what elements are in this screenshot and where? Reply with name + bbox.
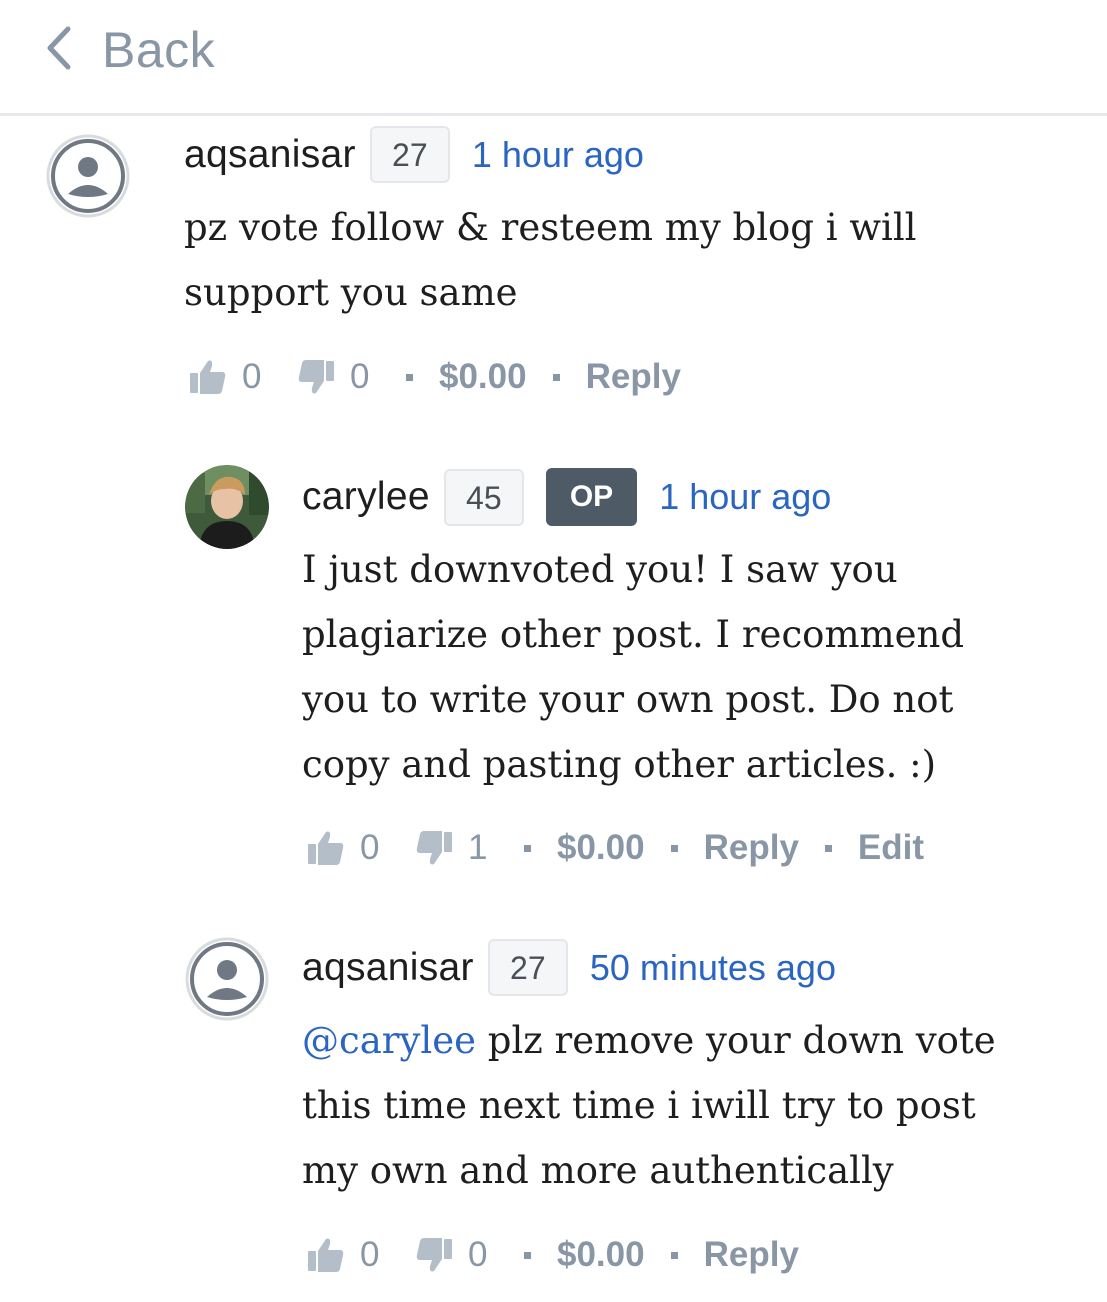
- separator-dot: [670, 844, 678, 852]
- avatar[interactable]: [185, 465, 269, 549]
- author-name[interactable]: carylee: [302, 475, 430, 519]
- chevron-left-icon: [40, 23, 80, 78]
- thumbs-down-icon[interactable]: [296, 357, 336, 397]
- comment-text: I just downvoted you! I saw you plagiari…: [302, 548, 965, 786]
- author-name[interactable]: aqsanisar: [302, 946, 474, 990]
- comment-meta: carylee 45 OP 1 hour ago: [302, 468, 831, 526]
- upvote-count: 0: [360, 1235, 380, 1274]
- payout-value[interactable]: $0.00: [557, 1235, 645, 1275]
- reply-link[interactable]: Reply: [586, 357, 681, 397]
- comment-body: pz vote follow & resteem my blog i will …: [184, 195, 1044, 325]
- reply-link[interactable]: Reply: [704, 1235, 799, 1275]
- comment-actions: 0 0 $0.00 Reply: [188, 357, 681, 397]
- top-bar: Back: [0, 0, 1107, 116]
- comment-meta: aqsanisar 27 50 minutes ago: [302, 939, 836, 996]
- thumbs-down-icon[interactable]: [414, 1235, 454, 1275]
- comment-actions: 0 1 $0.00 Reply Edit: [306, 828, 924, 868]
- back-label: Back: [102, 22, 216, 78]
- downvote-count: 1: [468, 828, 488, 867]
- thumbs-up-icon[interactable]: [188, 357, 228, 397]
- payout-value[interactable]: $0.00: [439, 357, 527, 397]
- payout-value[interactable]: $0.00: [557, 828, 645, 868]
- author-name[interactable]: aqsanisar: [184, 133, 356, 177]
- separator-dot: [670, 1251, 678, 1259]
- comment-text: pz vote follow & resteem my blog i will …: [184, 206, 917, 314]
- downvote-count: 0: [468, 1235, 488, 1274]
- thumbs-up-icon[interactable]: [306, 828, 346, 868]
- comment-body: @carylee plz remove your down vote this …: [302, 1008, 1042, 1203]
- avatar[interactable]: [46, 134, 130, 218]
- reputation-badge: 45: [443, 468, 524, 526]
- thumbs-up-icon[interactable]: [306, 1235, 346, 1275]
- comment-actions: 0 0 $0.00 Reply: [306, 1235, 799, 1275]
- separator-dot: [552, 373, 560, 381]
- separator-dot: [406, 373, 413, 381]
- separator-dot: [524, 1251, 531, 1259]
- upvote-count: 0: [360, 828, 380, 867]
- separator-dot: [824, 844, 832, 852]
- thumbs-down-icon[interactable]: [414, 828, 454, 868]
- downvote-count: 0: [350, 357, 370, 396]
- back-button[interactable]: Back: [40, 22, 215, 78]
- edit-link[interactable]: Edit: [858, 828, 924, 868]
- timestamp-link[interactable]: 50 minutes ago: [590, 947, 836, 989]
- reputation-badge: 27: [369, 126, 450, 183]
- avatar[interactable]: [185, 937, 269, 1021]
- reply-link[interactable]: Reply: [704, 828, 799, 868]
- timestamp-link[interactable]: 1 hour ago: [659, 476, 831, 518]
- comment-body: I just downvoted you! I saw you plagiari…: [302, 537, 1022, 797]
- user-mention-link[interactable]: @carylee: [302, 1019, 476, 1062]
- comment-meta: aqsanisar 27 1 hour ago: [184, 126, 644, 183]
- reputation-badge: 27: [487, 939, 568, 996]
- separator-dot: [524, 844, 531, 852]
- upvote-count: 0: [242, 357, 262, 396]
- timestamp-link[interactable]: 1 hour ago: [472, 134, 644, 176]
- op-badge: OP: [545, 468, 638, 526]
